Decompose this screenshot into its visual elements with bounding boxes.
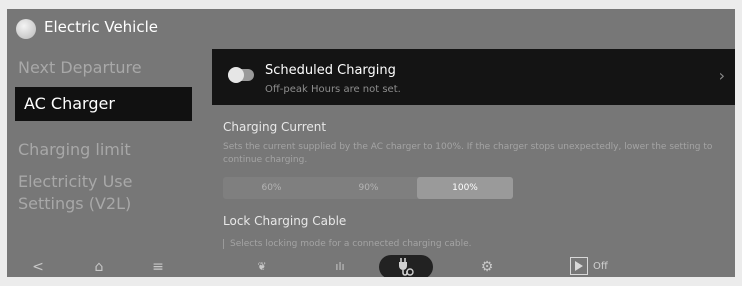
lock-charging-cable-description: Selects locking mode for a connected cha… [223,239,472,249]
menu-icon[interactable]: ≡ [150,257,166,277]
media-status-label: Off [593,261,608,272]
app-title: Electric Vehicle [44,18,158,36]
sidebar-item-charging-limit[interactable]: Charging limit [18,139,131,161]
charging-current-selector: 60% 90% 100% [223,177,513,199]
scheduled-charging-card[interactable]: Scheduled Charging Off-peak Hours are no… [212,49,735,105]
back-icon[interactable]: < [31,257,45,277]
title-bar: Electric Vehicle [7,9,735,45]
option-60[interactable]: 60% [223,177,320,199]
charging-current-title: Charging Current [223,120,327,134]
eco-leaf-icon[interactable]: ❦ [254,257,270,277]
sidebar-item-electricity-use[interactable]: Electricity Use Settings (V2L) [18,171,168,215]
bottom-navbar: < ⌂ ≡ ❦ ılı ⚙ Off [7,255,735,277]
toggle-knob [228,67,244,83]
ev-settings-screen: Electric Vehicle Next Departure AC Charg… [7,9,735,277]
scheduled-charging-subtitle: Off-peak Hours are not set. [265,84,401,95]
sidebar-item-ac-charger[interactable]: AC Charger [15,87,192,121]
option-100[interactable]: 100% [417,177,513,199]
lock-charging-cable-title: Lock Charging Cable [223,214,347,228]
settings-gear-icon[interactable]: ⚙ [479,257,495,277]
home-icon[interactable]: ⌂ [91,257,107,277]
ev-app-icon [16,19,36,39]
ev-charger-button[interactable] [379,255,433,277]
sidebar-item-next-departure[interactable]: Next Departure [18,57,142,79]
chevron-right-icon: › [718,66,725,85]
scheduled-charging-toggle[interactable] [228,67,254,83]
play-media-icon[interactable] [570,257,588,275]
ev-charger-icon [399,258,414,276]
charging-current-description: Sets the current supplied by the AC char… [223,142,713,165]
energy-bars-icon[interactable]: ılı [328,257,352,277]
scheduled-charging-title: Scheduled Charging [265,63,396,78]
play-triangle-icon [575,261,583,271]
sidebar: Next Departure AC Charger Charging limit… [7,54,207,259]
option-90[interactable]: 90% [320,177,417,199]
